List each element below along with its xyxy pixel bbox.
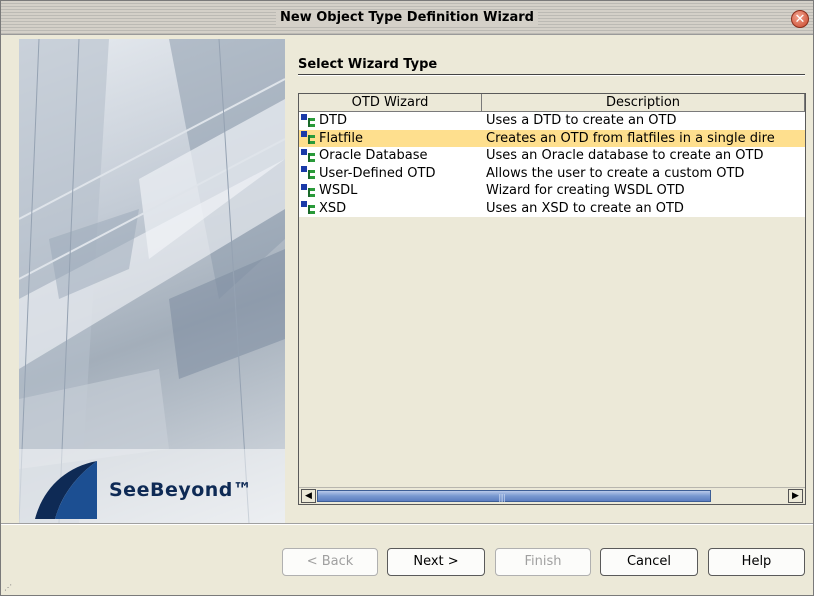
- row-name: DTD: [319, 113, 347, 129]
- row-description: Uses an XSD to create an OTD: [486, 200, 684, 216]
- close-icon[interactable]: ✕: [791, 10, 809, 28]
- scroll-right-icon[interactable]: ▶: [788, 489, 803, 503]
- table-row[interactable]: Oracle Database Uses an Oracle database …: [299, 147, 805, 165]
- scroll-thumb[interactable]: ||||: [317, 490, 711, 502]
- heading-divider: [298, 74, 805, 76]
- row-name: User-Defined OTD: [319, 165, 436, 181]
- row-name: Oracle Database: [319, 148, 428, 164]
- column-header-description[interactable]: Description: [482, 94, 805, 112]
- row-description: Wizard for creating WSDL OTD: [486, 183, 685, 198]
- page-title: Select Wizard Type: [298, 57, 438, 72]
- table-header: OTD Wizard Description: [299, 94, 805, 112]
- otd-tree-icon: [301, 113, 316, 128]
- otd-tree-icon: [301, 131, 316, 145]
- row-name: Flatfile: [319, 130, 363, 146]
- row-description: Uses an Oracle database to create an OTD: [486, 148, 764, 163]
- horizontal-scrollbar[interactable]: ◀ |||| ▶: [299, 487, 805, 504]
- finish-button[interactable]: Finish: [495, 548, 591, 576]
- otd-tree-icon: [301, 148, 316, 163]
- resize-grip-icon[interactable]: ⋰: [4, 583, 12, 592]
- help-button[interactable]: Help: [708, 548, 805, 576]
- wizard-window: New Object Type Definition Wizard ✕ SeeB…: [0, 0, 814, 596]
- table-row[interactable]: WSDL Wizard for creating WSDL OTD: [299, 182, 805, 200]
- row-name: XSD: [319, 200, 347, 216]
- footer-divider: [1, 523, 813, 525]
- logo-text: SeeBeyond™: [109, 479, 253, 501]
- cancel-button[interactable]: Cancel: [600, 548, 698, 576]
- table-rows: DTD Uses a DTD to create an OTD Flatfile…: [299, 112, 805, 217]
- otd-tree-icon: [301, 183, 316, 198]
- title-bar[interactable]: New Object Type Definition Wizard ✕: [1, 1, 813, 35]
- table-row[interactable]: DTD Uses a DTD to create an OTD: [299, 112, 805, 130]
- row-description: Creates an OTD from flatfiles in a singl…: [486, 130, 775, 146]
- row-description: Uses a DTD to create an OTD: [486, 113, 677, 128]
- seebeyond-logo: SeeBeyond™: [19, 449, 285, 523]
- scroll-grip: ||||: [498, 493, 506, 502]
- scroll-left-icon[interactable]: ◀: [301, 489, 316, 503]
- row-description: Allows the user to create a custom OTD: [486, 165, 745, 181]
- back-button[interactable]: < Back: [282, 548, 378, 576]
- otd-tree-icon: [301, 201, 316, 215]
- table-row[interactable]: XSD Uses an XSD to create an OTD: [299, 199, 805, 217]
- next-button[interactable]: Next >: [387, 548, 485, 576]
- row-name: WSDL: [319, 183, 358, 199]
- wizard-type-table: OTD Wizard Description DTD Uses a DTD to…: [298, 93, 806, 505]
- table-row[interactable]: User-Defined OTD Allows the user to crea…: [299, 164, 805, 182]
- window-title: New Object Type Definition Wizard: [276, 10, 538, 25]
- otd-tree-icon: [301, 166, 316, 180]
- column-header-otd-wizard[interactable]: OTD Wizard: [299, 94, 482, 112]
- table-row-selected[interactable]: Flatfile Creates an OTD from flatfiles i…: [299, 129, 805, 147]
- wizard-side-image: SeeBeyond™: [19, 39, 285, 523]
